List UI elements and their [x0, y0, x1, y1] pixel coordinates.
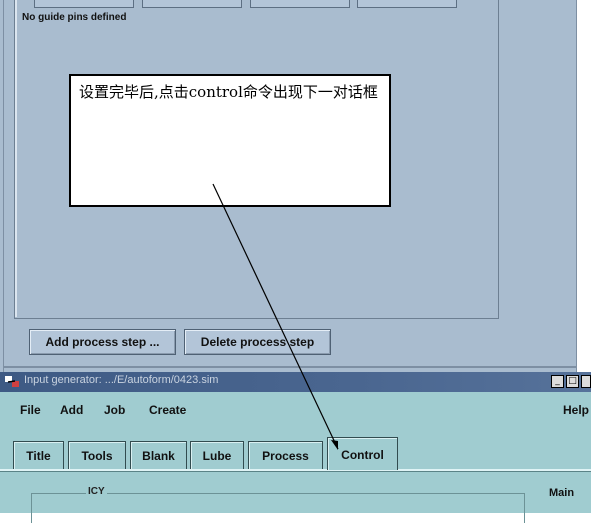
cut-off-button-1[interactable] [34, 0, 134, 8]
main-label: Main [549, 487, 575, 499]
cut-off-button-4[interactable] [357, 0, 457, 8]
tab-strip-shadow [0, 471, 591, 472]
app-icon [4, 374, 20, 389]
menu-job[interactable]: Job [104, 403, 125, 417]
cut-off-button-2[interactable] [142, 0, 242, 8]
maximize-button[interactable]: □ [566, 375, 579, 388]
callout-text: 设置完毕后,点击control命令出现下一对话框 [79, 83, 378, 101]
menu-help[interactable]: Help [563, 403, 589, 417]
tab-control[interactable]: Control [327, 437, 398, 470]
window-title: Input generator: .../E/autoform/0423.sim [24, 374, 219, 386]
close-button[interactable] [581, 375, 591, 388]
tab-lube[interactable]: Lube [190, 441, 244, 469]
annotation-callout: 设置完毕后,点击control命令出现下一对话框 [69, 74, 391, 207]
tab-process[interactable]: Process [248, 441, 323, 469]
tab-blank[interactable]: Blank [130, 441, 187, 469]
group-label: ICY [86, 486, 107, 497]
input-generator-titlebar[interactable]: Input generator: .../E/autoform/0423.sim… [0, 372, 591, 392]
delete-process-step-button[interactable]: Delete process step [184, 329, 331, 355]
menu-create[interactable]: Create [149, 403, 186, 417]
menu-add[interactable]: Add [60, 403, 83, 417]
panel-highlight [15, 0, 17, 317]
cut-off-button-3[interactable] [250, 0, 350, 8]
settings-group-frame [31, 493, 525, 523]
minimize-button[interactable]: _ [551, 375, 564, 388]
window-bottom-border [4, 366, 576, 368]
add-process-step-button[interactable]: Add process step ... [29, 329, 176, 355]
menu-file[interactable]: File [20, 403, 41, 417]
window-right-edge [576, 0, 591, 372]
tab-tools[interactable]: Tools [68, 441, 126, 469]
window-left-edge [0, 0, 4, 372]
guide-pins-status: No guide pins defined [22, 12, 127, 23]
tab-title[interactable]: Title [13, 441, 64, 469]
